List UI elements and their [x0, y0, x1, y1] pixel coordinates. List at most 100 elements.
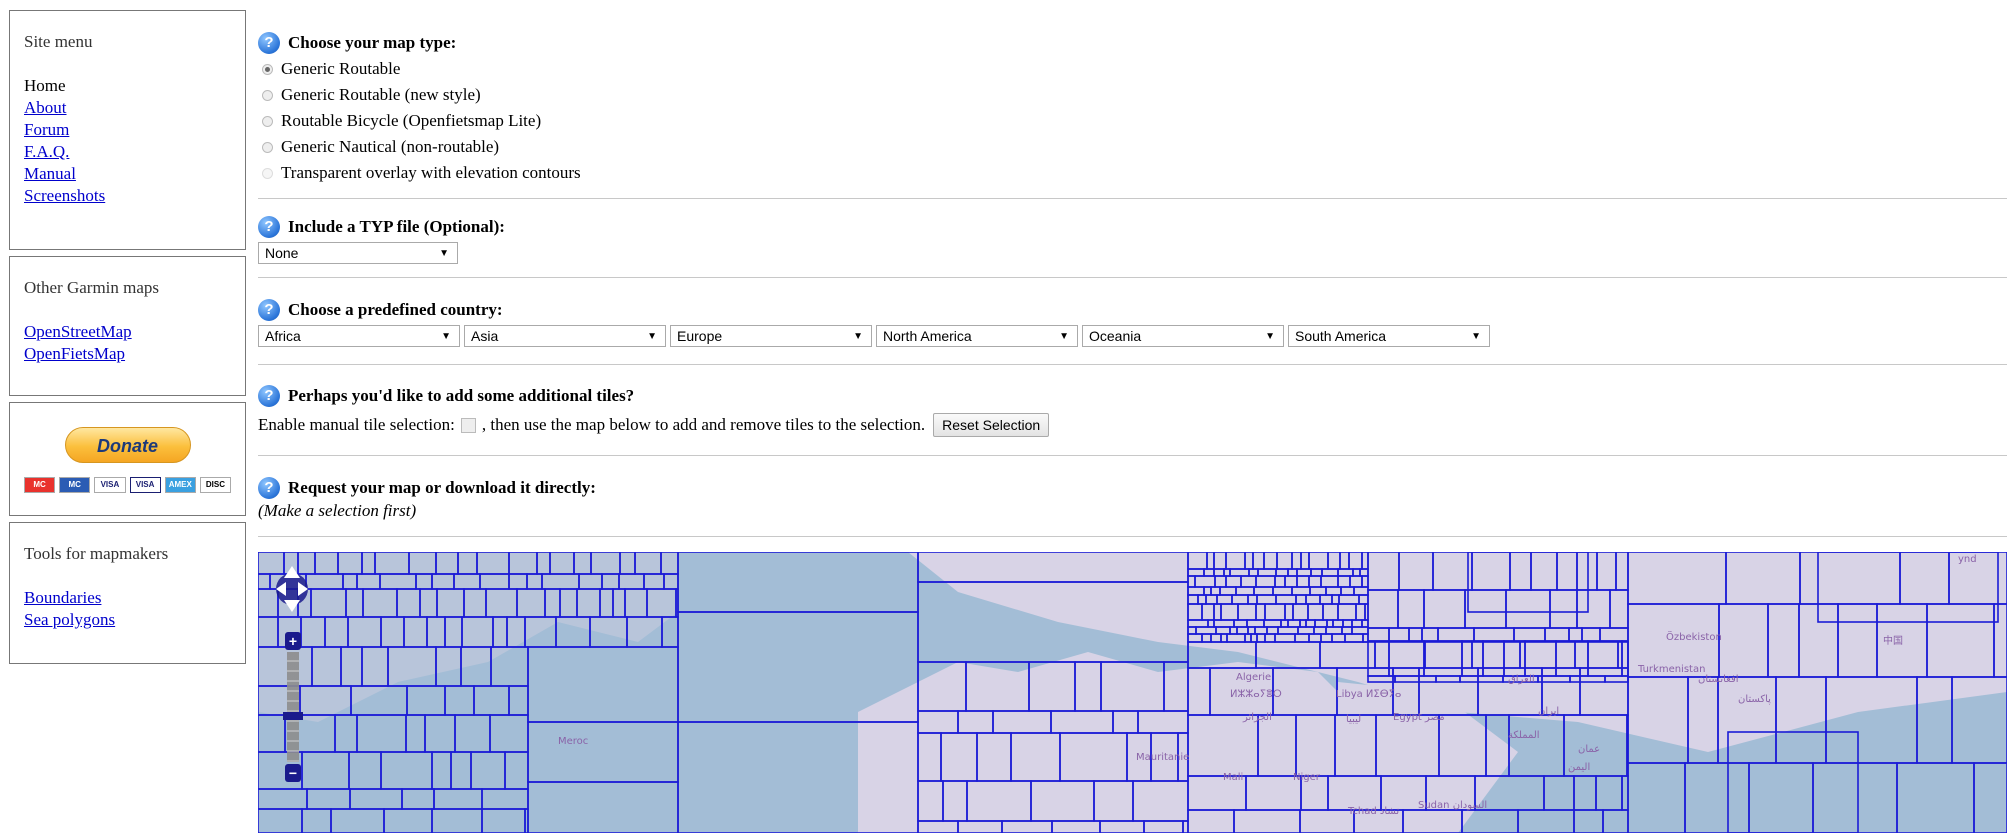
radio-selected-icon[interactable] [262, 63, 273, 75]
donate-box: Donate MC MC VISA VISA AMEX DISC [9, 402, 246, 516]
amex-icon: AMEX [164, 477, 196, 493]
map-place-label: Tchad تشاد [1347, 806, 1399, 817]
select-africa[interactable]: Africa ▼ [258, 325, 460, 347]
help-icon[interactable]: ? [258, 477, 280, 499]
map-place-label: پاکستان [1738, 694, 1771, 705]
map-type-option[interactable]: Generic Routable (new style) [258, 82, 2007, 108]
map-place-label: Libya ⵍⵉⴱⵢⴰ [1336, 689, 1401, 700]
tiles-label: Enable manual tile selection: [258, 415, 455, 434]
select-south-america[interactable]: South America ▼ [1288, 325, 1490, 347]
reset-selection-button[interactable]: Reset Selection [933, 413, 1050, 437]
map-place-label: Mali [1223, 772, 1243, 783]
tiles-section: ? Perhaps you'd like to add some addition… [258, 383, 2007, 437]
menu-link-forum[interactable]: Forum [24, 119, 231, 141]
map-type-heading: Choose your map type: [288, 33, 457, 52]
link-boundaries[interactable]: Boundaries [24, 587, 231, 609]
map-type-option[interactable]: Routable Bicycle (Openfietsmap Lite) [258, 108, 2007, 134]
tiles-instruction: , then use the map below to add and remo… [481, 415, 926, 434]
map-canvas[interactable]: Algerie ⵍⵣⵣⴰⵢⴻⵔ الجزائر Libya ⵍⵉⴱⵢⴰ ليبيا Egy… [258, 552, 2007, 833]
divider [258, 455, 2007, 456]
map-place-label: Turkmenistan [1637, 664, 1705, 675]
payment-cards: MC MC VISA VISA AMEX DISC [23, 477, 232, 493]
menu-link-faq[interactable]: F.A.Q. [24, 141, 231, 163]
map-type-option[interactable]: Generic Routable [258, 56, 2007, 82]
manual-tile-checkbox[interactable] [460, 417, 476, 433]
link-openfietsmap[interactable]: OpenFietsMap [24, 343, 231, 365]
divider [258, 364, 2007, 365]
tools-title: Tools for mapmakers [24, 544, 169, 563]
dropdown-arrow-icon: ▼ [647, 330, 657, 342]
select-europe[interactable]: Europe ▼ [670, 325, 872, 347]
map-type-option[interactable]: Transparent overlay with elevation conto… [258, 160, 2007, 186]
dropdown-arrow-icon: ▼ [439, 247, 449, 259]
map-place-label: Özbekiston [1666, 630, 1722, 643]
menu-home[interactable]: Home [24, 75, 231, 97]
pan-up-icon [284, 566, 300, 578]
map-place-label: Niger [1293, 772, 1321, 783]
link-openstreetmap[interactable]: OpenStreetMap [24, 321, 231, 343]
map-type-section: ? Choose your map type: Generic Routable … [258, 30, 2007, 186]
request-section: ? Request your map or download it directl… [258, 475, 2007, 521]
divider [258, 198, 2007, 199]
discover-icon: DISC [199, 477, 232, 493]
link-sea-polygons[interactable]: Sea polygons [24, 609, 231, 631]
menu-link-screenshots[interactable]: Screenshots [24, 185, 231, 207]
tools-box: Tools for mapmakers Boundaries Sea polyg… [9, 522, 246, 664]
help-icon[interactable]: ? [258, 32, 280, 54]
pan-control[interactable] [274, 562, 310, 616]
country-heading: Choose a predefined country: [288, 300, 503, 319]
dropdown-arrow-icon: ▼ [1265, 330, 1275, 342]
help-icon[interactable]: ? [258, 385, 280, 407]
dropdown-arrow-icon: ▼ [853, 330, 863, 342]
select-oceania[interactable]: Oceania ▼ [1082, 325, 1284, 347]
radio-icon[interactable] [262, 115, 273, 127]
dropdown-arrow-icon: ▼ [1471, 330, 1481, 342]
map-place-label: الجزائر [1242, 712, 1272, 723]
menu-link-manual[interactable]: Manual [24, 163, 231, 185]
other-maps-title: Other Garmin maps [24, 278, 160, 297]
request-note: (Make a selection first) [258, 501, 417, 520]
map-place-label: Egypt مصر [1393, 712, 1445, 723]
other-maps-box: Other Garmin maps OpenStreetMap OpenFiet… [9, 256, 246, 396]
menu-link-about[interactable]: About [24, 97, 231, 119]
map-place-label: اليمن [1568, 762, 1590, 773]
country-section: ? Choose a predefined country: Africa ▼ Asi… [258, 297, 2007, 347]
map-place-label: ليبيا [1346, 714, 1361, 725]
visa-electron-icon: VISA [129, 477, 161, 493]
select-north-america[interactable]: North America ▼ [876, 325, 1078, 347]
site-menu-title: Site menu [24, 32, 93, 51]
divider [258, 536, 2007, 537]
map-place-label: Sudan السودان [1418, 800, 1487, 811]
zoom-in-icon[interactable]: + [285, 632, 301, 650]
map-place-label: المملكة [1508, 730, 1540, 741]
map-type-option[interactable]: Generic Nautical (non-routable) [258, 134, 2007, 160]
map-place-label: العراق [1508, 674, 1535, 685]
typ-section: ? Include a TYP file (Optional): None ▼ [258, 214, 2007, 264]
tile-map[interactable]: Algerie ⵍⵣⵣⴰⵢⴻⵔ الجزائر Libya ⵍⵉⴱⵢⴰ ليبيا Egy… [258, 552, 2007, 833]
divider [258, 277, 2007, 278]
request-heading: Request your map or download it directly… [288, 478, 596, 497]
help-icon[interactable]: ? [258, 216, 280, 238]
donate-button[interactable]: Donate [64, 427, 191, 463]
radio-icon[interactable] [262, 141, 273, 153]
zoom-slider[interactable] [287, 652, 299, 762]
map-place-label: عمان [1578, 744, 1600, 755]
radio-icon[interactable] [262, 167, 273, 179]
visa-icon: VISA [94, 477, 126, 493]
mastercard-icon: MC [23, 477, 56, 493]
pan-down-icon [284, 600, 300, 612]
radio-icon[interactable] [262, 89, 273, 101]
zoom-out-icon[interactable]: − [285, 764, 301, 782]
select-asia[interactable]: Asia ▼ [464, 325, 666, 347]
help-icon[interactable]: ? [258, 299, 280, 321]
map-place-label: ynd [1958, 554, 1977, 565]
map-place-label: افغانستان [1698, 674, 1739, 685]
zoom-slider-handle[interactable] [283, 712, 303, 720]
typ-heading: Include a TYP file (Optional): [288, 217, 505, 236]
map-place-label: Meroc [558, 736, 588, 747]
typ-select[interactable]: None ▼ [258, 242, 458, 264]
site-menu-box: Site menu Home About Forum F.A.Q. Manual… [9, 10, 246, 250]
dropdown-arrow-icon: ▼ [441, 330, 451, 342]
tiles-heading: Perhaps you'd like to add some additiona… [288, 386, 635, 405]
land-africa [858, 652, 1358, 833]
